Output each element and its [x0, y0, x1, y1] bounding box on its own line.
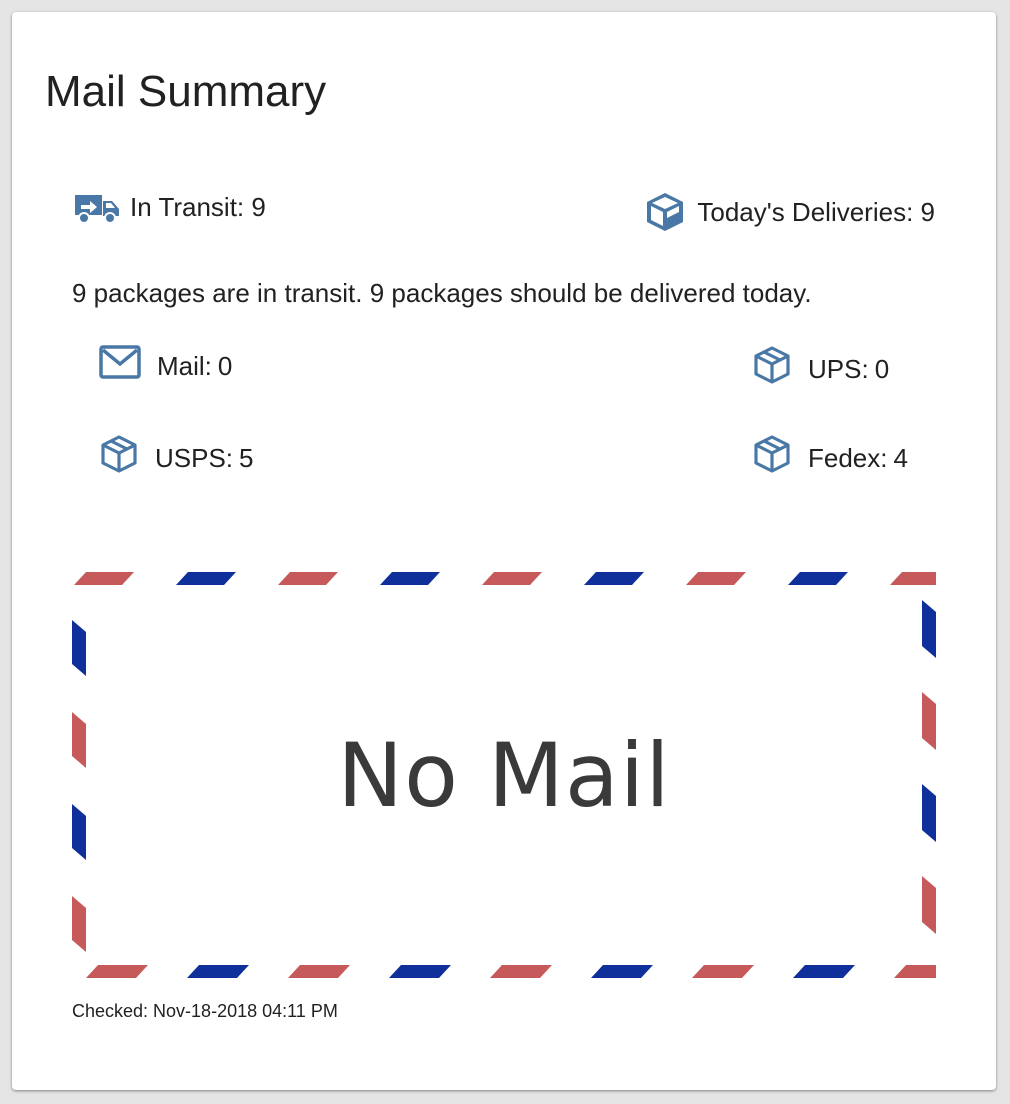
- carrier-ups-value: 0: [874, 353, 890, 384]
- package-icon: [752, 434, 792, 481]
- no-mail-text: No Mail: [337, 723, 671, 827]
- carrier-fedex-value: 4: [893, 442, 908, 473]
- carrier-ups-label: UPS:: [808, 353, 869, 384]
- todays-deliveries-label: Today's Deliveries:: [697, 197, 914, 227]
- carrier-usps: USPS: 5: [99, 434, 254, 481]
- todays-deliveries-value: 9: [920, 197, 935, 227]
- package-icon: [752, 345, 792, 392]
- carrier-ups: UPS: 0: [752, 345, 889, 392]
- todays-deliveries-stat: Today's Deliveries: 9: [643, 190, 935, 234]
- checked-timestamp: Checked: Nov-18-2018 04:11 PM: [72, 1001, 338, 1021]
- summary-text: 9 packages are in transit. 9 packages sh…: [72, 278, 812, 308]
- envelope-icon: [99, 345, 141, 386]
- no-mail-image: No Mail: [72, 572, 936, 978]
- carrier-mail: Mail: 0: [99, 345, 232, 386]
- mail-summary-card: Mail Summary In Transit: 9 Today's Deliv…: [12, 12, 996, 1090]
- in-transit-value: 9: [251, 192, 266, 222]
- carrier-fedex-label: Fedex:: [808, 442, 888, 473]
- carrier-usps-value: 5: [239, 442, 254, 473]
- in-transit-label: In Transit:: [130, 192, 245, 222]
- carrier-usps-label: USPS:: [155, 442, 234, 473]
- carrier-mail-label: Mail:: [157, 350, 212, 381]
- carrier-mail-value: 0: [217, 350, 233, 381]
- card-title: Mail Summary: [45, 67, 327, 116]
- package-icon: [99, 434, 139, 481]
- in-transit-stat: In Transit: 9: [74, 190, 266, 224]
- package-open-icon: [643, 190, 687, 234]
- carrier-fedex: Fedex: 4: [752, 434, 908, 481]
- truck-icon: [74, 190, 120, 224]
